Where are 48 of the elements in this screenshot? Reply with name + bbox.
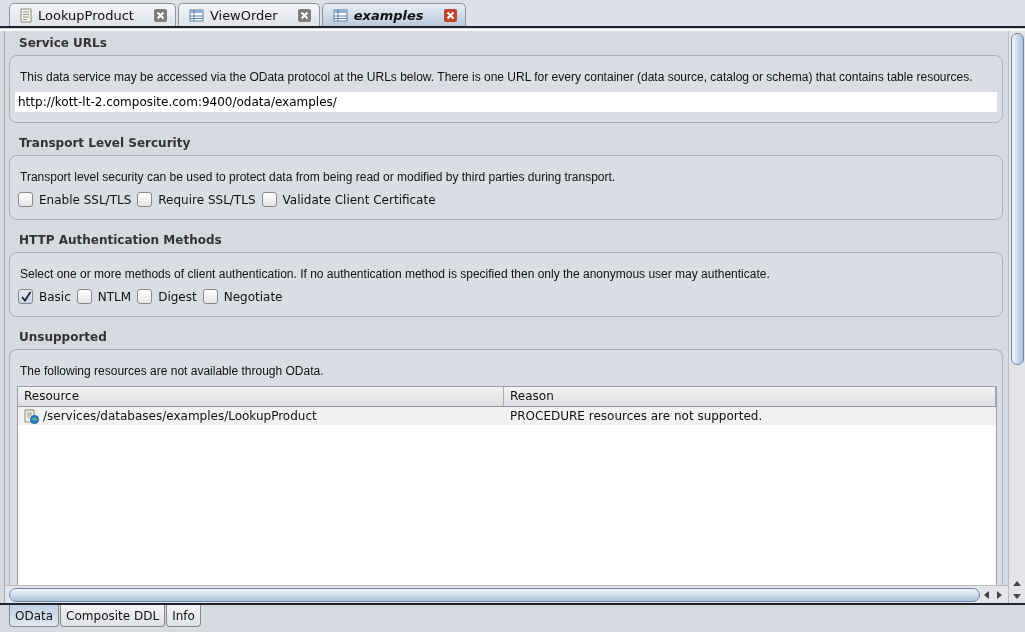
tab-label: ViewOrder (209, 7, 278, 23)
view-tab[interactable]: Info (166, 605, 201, 627)
scroll-right-icon[interactable] (994, 589, 1004, 600)
document-icon (20, 7, 32, 23)
table-icon (332, 8, 348, 22)
url-field[interactable]: http://kott-lt-2.composite.com:9400/odata/examples/ (15, 92, 997, 112)
scroll-left-icon[interactable] (982, 589, 992, 600)
checkbox[interactable] (202, 289, 218, 304)
vertical-scrollbar[interactable] (1008, 31, 1025, 603)
checkbox[interactable] (18, 289, 33, 304)
close-icon[interactable] (443, 8, 457, 22)
checkbox-label: Negotiate (223, 289, 283, 304)
description: This data service may be accessed via the OData protocol at the URLs below. There is one URL for every container (data source, catalog or schema) that contains table resources. (20, 70, 974, 84)
scroll-up-icon[interactable] (1012, 579, 1022, 589)
checkbox[interactable] (76, 289, 92, 304)
tab-label: LookupProduct (38, 7, 134, 23)
description: The following resources are not available through OData. (20, 364, 325, 378)
table-icon (188, 8, 204, 22)
checkbox[interactable] (18, 192, 33, 207)
editor-tab[interactable]: examples (321, 3, 466, 26)
view-tab[interactable]: Composite DDL (60, 605, 166, 627)
section-title: Unsupported (18, 329, 108, 346)
checkbox[interactable] (261, 192, 277, 207)
description: Transport level security can be used to protect data from being read or modified by third parties during transport. (20, 170, 617, 184)
scroll-down-icon[interactable] (1012, 591, 1022, 601)
checkbox[interactable] (137, 192, 153, 207)
column-header[interactable]: Resource (18, 387, 504, 406)
section-title: Transport Level Sercurity (18, 135, 192, 152)
close-icon[interactable] (297, 8, 311, 22)
column-header[interactable]: Reason (504, 387, 996, 406)
checkbox-label: Enable SSL/TLS (39, 192, 132, 207)
checkbox-label: Require SSL/TLS (158, 192, 256, 207)
checkbox[interactable] (137, 289, 153, 304)
horizontal-scrollbar[interactable] (5, 585, 1008, 603)
description: Select one or more methods of client authentication. If no authentication method is specified then only the anonymous user may authenticate. (20, 267, 771, 281)
checkbox-label: NTLM (97, 289, 132, 304)
table-cell: /services/databases/examples/LookupProduct (43, 409, 317, 423)
section-title: Service URLs (18, 35, 108, 52)
checkbox-label: Validate Client Certificate (282, 192, 436, 207)
checkbox-label: Digest (158, 289, 197, 304)
editor-tab[interactable]: LookupProduct (9, 3, 176, 26)
tab-label: examples (353, 7, 424, 23)
editor-tab[interactable]: ViewOrder (177, 3, 320, 26)
close-icon[interactable] (153, 8, 167, 22)
section-title: HTTP Authentication Methods (18, 232, 223, 249)
checkbox-label: Basic (39, 289, 71, 304)
table-cell-text: PROCEDURE resources are not supported. (509, 409, 764, 423)
view-tab[interactable]: OData (9, 605, 60, 627)
